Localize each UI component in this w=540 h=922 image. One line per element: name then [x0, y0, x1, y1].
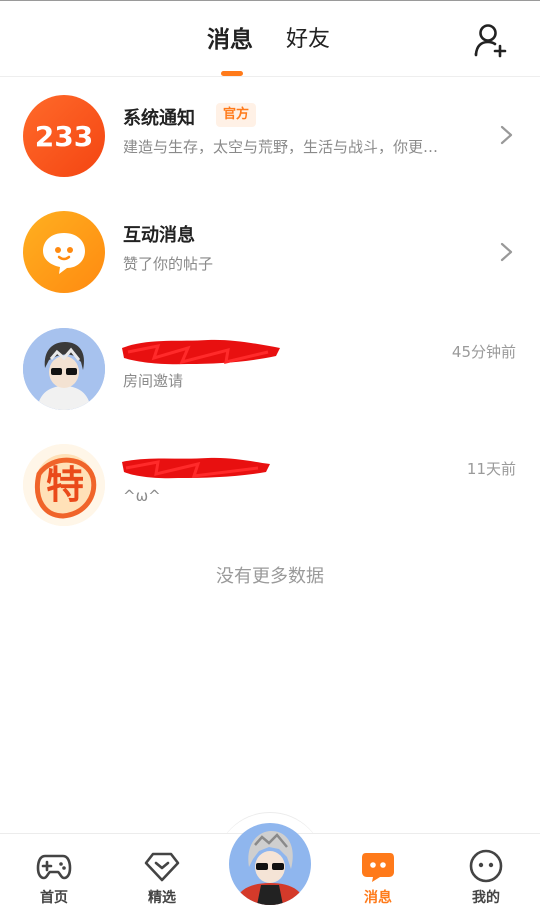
message-icon [362, 853, 394, 882]
header: 消息 好友 [0, 1, 540, 77]
nav-me-label: 我的 [472, 890, 500, 906]
interaction-title: 互动消息 [123, 225, 195, 246]
nav-featured-label: 精选 [148, 890, 176, 906]
profile-avatar-image [229, 823, 311, 905]
conversation-user-2[interactable]: 特 [0, 426, 540, 542]
center-profile-avatar[interactable] [229, 823, 311, 905]
user-avatar-image [23, 328, 105, 410]
active-tab-indicator [221, 71, 243, 76]
diamond-icon [144, 852, 180, 882]
chevron-right-icon [500, 125, 513, 145]
system-logo-text: 233 [35, 120, 93, 153]
nav-home-label: 首页 [40, 890, 68, 906]
add-friend-icon[interactable] [472, 21, 512, 61]
tab-messages[interactable]: 消息 [207, 25, 253, 55]
user-1-preview: 房间邀请 [123, 372, 184, 390]
gamepad-icon [36, 854, 72, 880]
smiley-face-icon [469, 849, 503, 883]
conversation-system-notice[interactable]: 233 [0, 77, 540, 193]
system-notice-preview: 建造与生存，太空与荒野，生活与战斗，你更… [123, 138, 439, 156]
interaction-preview: 赞了你的帖子 [123, 255, 214, 273]
chat-bubble-icon [43, 233, 85, 274]
user-avatar-image: 特 [23, 444, 105, 526]
nav-me[interactable]: 我的 [432, 834, 540, 922]
official-badge: 官方 [216, 103, 257, 127]
user-2-time: 11天前 [466, 460, 516, 478]
conversation-user-1[interactable] [0, 310, 540, 426]
redacted-username [122, 339, 280, 365]
user-1-time: 45分钟前 [451, 343, 516, 361]
no-more-data-text: 没有更多数据 [216, 566, 324, 587]
system-notice-avatar: 233 [23, 95, 105, 177]
nav-messages[interactable]: 消息 [324, 834, 432, 922]
nav-messages-label: 消息 [364, 890, 392, 906]
nav-home[interactable]: 首页 [0, 834, 108, 922]
user-avatar: 特 [23, 444, 105, 526]
user-avatar [23, 328, 105, 410]
nav-featured[interactable]: 精选 [108, 834, 216, 922]
avatar-glyph: 特 [46, 463, 84, 507]
interaction-avatar [23, 211, 105, 293]
redacted-username [122, 457, 270, 479]
conversation-interaction[interactable] [0, 193, 540, 309]
chevron-right-icon [500, 242, 513, 262]
user-2-preview: ^ω^ [123, 487, 161, 505]
tab-friends[interactable]: 好友 [286, 25, 330, 55]
system-notice-title: 系统通知 [123, 108, 195, 129]
system-logo-icon: 233 [35, 120, 93, 153]
